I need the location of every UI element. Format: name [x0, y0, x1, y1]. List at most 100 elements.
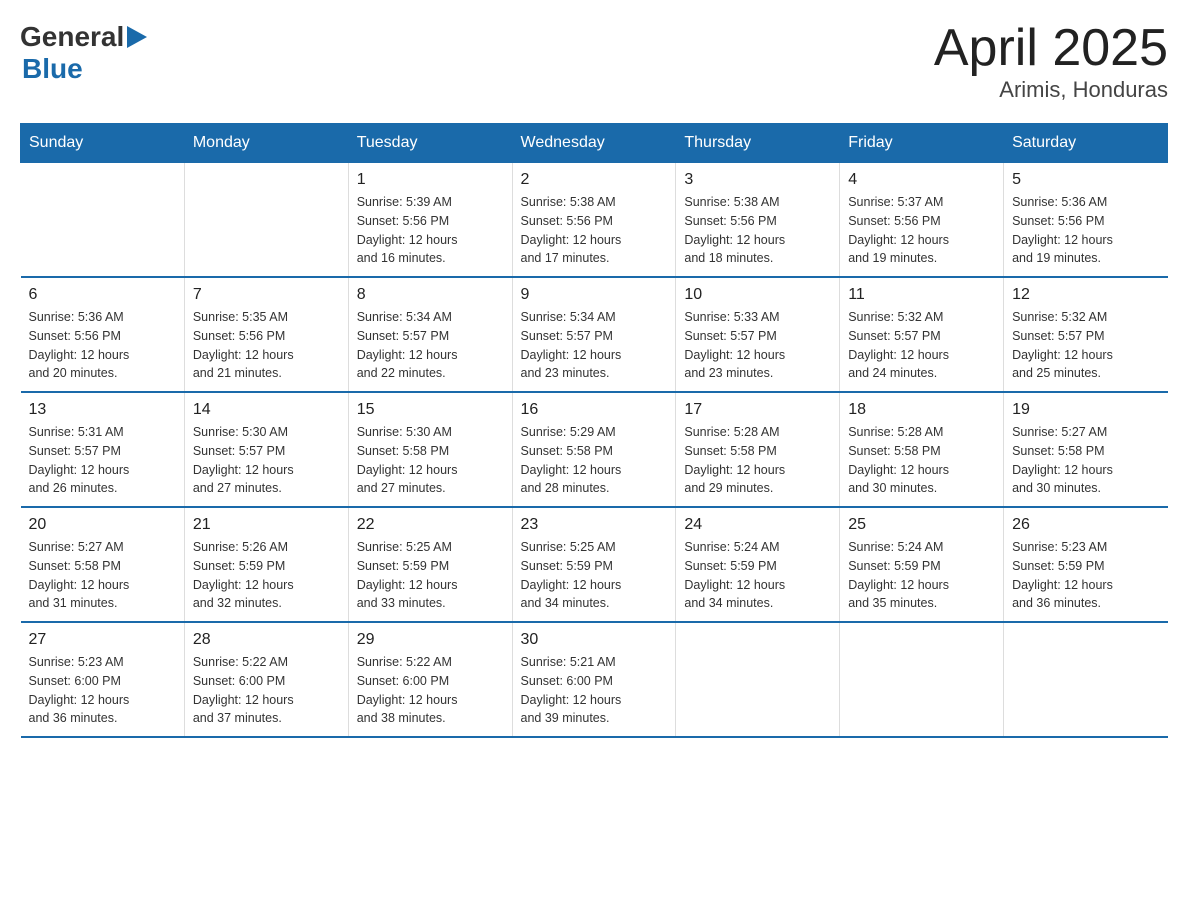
day-info: Sunrise: 5:23 AMSunset: 5:59 PMDaylight:… — [1012, 538, 1159, 613]
calendar-cell: 27 Sunrise: 5:23 AMSunset: 6:00 PMDayligh… — [21, 622, 185, 737]
calendar-cell: 23 Sunrise: 5:25 AMSunset: 5:59 PMDayligh… — [512, 507, 676, 622]
calendar-cell: 2Sunrise: 5:38 AMSunset: 5:56 PMDaylight… — [512, 163, 676, 278]
calendar-cell: 19 Sunrise: 5:27 AMSunset: 5:58 PMDayligh… — [1004, 392, 1168, 507]
calendar-cell: 3 Sunrise: 5:38 AMSunset: 5:56 PMDaylight… — [676, 163, 840, 278]
day-info: Sunrise: 5:27 AMSunset: 5:58 PMDaylight:… — [1012, 423, 1159, 498]
day-number: 8 — [357, 286, 504, 304]
day-info: Sunrise: 5:35 AMSunset: 5:56 PMDaylight:… — [193, 308, 340, 383]
day-number: 7 — [193, 286, 340, 304]
day-info: Sunrise: 5:31 AMSunset: 5:57 PMDaylight:… — [29, 423, 176, 498]
day-info: Sunrise: 5:28 AMSunset: 5:58 PMDaylight:… — [848, 423, 995, 498]
calendar-week-row: 27 Sunrise: 5:23 AMSunset: 6:00 PMDayligh… — [21, 622, 1168, 737]
day-info: Sunrise: 5:34 AMSunset: 5:57 PMDaylight:… — [357, 308, 504, 383]
day-number: 21 — [193, 516, 340, 534]
day-number: 13 — [29, 401, 176, 419]
weekday-header-row: SundayMondayTuesdayWednesdayThursdayFrid… — [21, 124, 1168, 163]
day-number: 22 — [357, 516, 504, 534]
weekday-header: Thursday — [676, 124, 840, 163]
weekday-header: Wednesday — [512, 124, 676, 163]
day-number: 23 — [521, 516, 668, 534]
day-info: Sunrise: 5:29 AMSunset: 5:58 PMDaylight:… — [521, 423, 668, 498]
day-info: Sunrise: 5:36 AMSunset: 5:56 PMDaylight:… — [1012, 193, 1159, 268]
calendar-cell: 13 Sunrise: 5:31 AMSunset: 5:57 PMDayligh… — [21, 392, 185, 507]
day-info: Sunrise: 5:23 AMSunset: 6:00 PMDaylight:… — [29, 653, 176, 728]
day-number: 4 — [848, 171, 995, 189]
day-number: 15 — [357, 401, 504, 419]
title-block: April 2025 Arimis, Honduras — [934, 20, 1168, 103]
calendar-cell: 25 Sunrise: 5:24 AMSunset: 5:59 PMDayligh… — [840, 507, 1004, 622]
day-info: Sunrise: 5:22 AMSunset: 6:00 PMDaylight:… — [357, 653, 504, 728]
calendar-week-row: 13 Sunrise: 5:31 AMSunset: 5:57 PMDayligh… — [21, 392, 1168, 507]
calendar-week-row: 1Sunrise: 5:39 AMSunset: 5:56 PMDaylight… — [21, 163, 1168, 278]
day-info: Sunrise: 5:38 AMSunset: 5:56 PMDaylight:… — [521, 193, 668, 268]
day-number: 26 — [1012, 516, 1159, 534]
calendar-week-row: 6Sunrise: 5:36 AMSunset: 5:56 PMDaylight… — [21, 277, 1168, 392]
day-number: 24 — [684, 516, 831, 534]
day-number: 19 — [1012, 401, 1159, 419]
day-number: 30 — [521, 631, 668, 649]
calendar-cell: 20 Sunrise: 5:27 AMSunset: 5:58 PMDayligh… — [21, 507, 185, 622]
calendar-cell — [21, 163, 185, 278]
day-number: 14 — [193, 401, 340, 419]
calendar-cell: 17 Sunrise: 5:28 AMSunset: 5:58 PMDayligh… — [676, 392, 840, 507]
day-info: Sunrise: 5:27 AMSunset: 5:58 PMDaylight:… — [29, 538, 176, 613]
logo-blue-text: Blue — [22, 53, 83, 84]
day-info: Sunrise: 5:32 AMSunset: 5:57 PMDaylight:… — [848, 308, 995, 383]
calendar-cell: 18Sunrise: 5:28 AMSunset: 5:58 PMDayligh… — [840, 392, 1004, 507]
day-info: Sunrise: 5:21 AMSunset: 6:00 PMDaylight:… — [521, 653, 668, 728]
day-number: 16 — [521, 401, 668, 419]
day-info: Sunrise: 5:32 AMSunset: 5:57 PMDaylight:… — [1012, 308, 1159, 383]
logo: General Blue — [20, 20, 147, 85]
calendar-cell — [676, 622, 840, 737]
day-info: Sunrise: 5:30 AMSunset: 5:58 PMDaylight:… — [357, 423, 504, 498]
calendar-cell: 30 Sunrise: 5:21 AMSunset: 6:00 PMDayligh… — [512, 622, 676, 737]
weekday-header: Saturday — [1004, 124, 1168, 163]
calendar-cell: 7 Sunrise: 5:35 AMSunset: 5:56 PMDaylight… — [184, 277, 348, 392]
day-info: Sunrise: 5:37 AMSunset: 5:56 PMDaylight:… — [848, 193, 995, 268]
day-number: 1 — [357, 171, 504, 189]
calendar-cell: 9Sunrise: 5:34 AMSunset: 5:57 PMDaylight… — [512, 277, 676, 392]
day-info: Sunrise: 5:34 AMSunset: 5:57 PMDaylight:… — [521, 308, 668, 383]
day-info: Sunrise: 5:38 AMSunset: 5:56 PMDaylight:… — [684, 193, 831, 268]
calendar-cell: 10Sunrise: 5:33 AMSunset: 5:57 PMDayligh… — [676, 277, 840, 392]
calendar-cell: 6Sunrise: 5:36 AMSunset: 5:56 PMDaylight… — [21, 277, 185, 392]
calendar-cell — [840, 622, 1004, 737]
day-number: 10 — [684, 286, 831, 304]
weekday-header: Monday — [184, 124, 348, 163]
calendar-cell: 11 Sunrise: 5:32 AMSunset: 5:57 PMDayligh… — [840, 277, 1004, 392]
calendar-cell: 26 Sunrise: 5:23 AMSunset: 5:59 PMDayligh… — [1004, 507, 1168, 622]
page-subtitle: Arimis, Honduras — [934, 77, 1168, 103]
logo-triangle — [127, 26, 147, 53]
day-number: 27 — [29, 631, 176, 649]
day-info: Sunrise: 5:36 AMSunset: 5:56 PMDaylight:… — [29, 308, 176, 383]
calendar-cell: 4 Sunrise: 5:37 AMSunset: 5:56 PMDaylight… — [840, 163, 1004, 278]
calendar-cell: 29Sunrise: 5:22 AMSunset: 6:00 PMDayligh… — [348, 622, 512, 737]
day-info: Sunrise: 5:25 AMSunset: 5:59 PMDaylight:… — [521, 538, 668, 613]
day-number: 28 — [193, 631, 340, 649]
calendar-cell: 28 Sunrise: 5:22 AMSunset: 6:00 PMDayligh… — [184, 622, 348, 737]
calendar-cell — [1004, 622, 1168, 737]
day-number: 3 — [684, 171, 831, 189]
calendar-cell: 22Sunrise: 5:25 AMSunset: 5:59 PMDayligh… — [348, 507, 512, 622]
calendar-cell: 1Sunrise: 5:39 AMSunset: 5:56 PMDaylight… — [348, 163, 512, 278]
calendar-cell: 15 Sunrise: 5:30 AMSunset: 5:58 PMDayligh… — [348, 392, 512, 507]
day-number: 17 — [684, 401, 831, 419]
day-number: 25 — [848, 516, 995, 534]
day-info: Sunrise: 5:22 AMSunset: 6:00 PMDaylight:… — [193, 653, 340, 728]
day-info: Sunrise: 5:28 AMSunset: 5:58 PMDaylight:… — [684, 423, 831, 498]
day-number: 20 — [29, 516, 176, 534]
calendar-table: SundayMondayTuesdayWednesdayThursdayFrid… — [20, 123, 1168, 738]
day-number: 12 — [1012, 286, 1159, 304]
day-number: 5 — [1012, 171, 1159, 189]
calendar-cell: 16 Sunrise: 5:29 AMSunset: 5:58 PMDayligh… — [512, 392, 676, 507]
logo-general-text: General — [20, 21, 124, 53]
day-info: Sunrise: 5:24 AMSunset: 5:59 PMDaylight:… — [848, 538, 995, 613]
calendar-cell: 21 Sunrise: 5:26 AMSunset: 5:59 PMDayligh… — [184, 507, 348, 622]
weekday-header: Sunday — [21, 124, 185, 163]
day-number: 11 — [848, 286, 995, 304]
weekday-header: Friday — [840, 124, 1004, 163]
day-info: Sunrise: 5:26 AMSunset: 5:59 PMDaylight:… — [193, 538, 340, 613]
calendar-week-row: 20 Sunrise: 5:27 AMSunset: 5:58 PMDayligh… — [21, 507, 1168, 622]
calendar-cell — [184, 163, 348, 278]
calendar-cell: 5 Sunrise: 5:36 AMSunset: 5:56 PMDaylight… — [1004, 163, 1168, 278]
